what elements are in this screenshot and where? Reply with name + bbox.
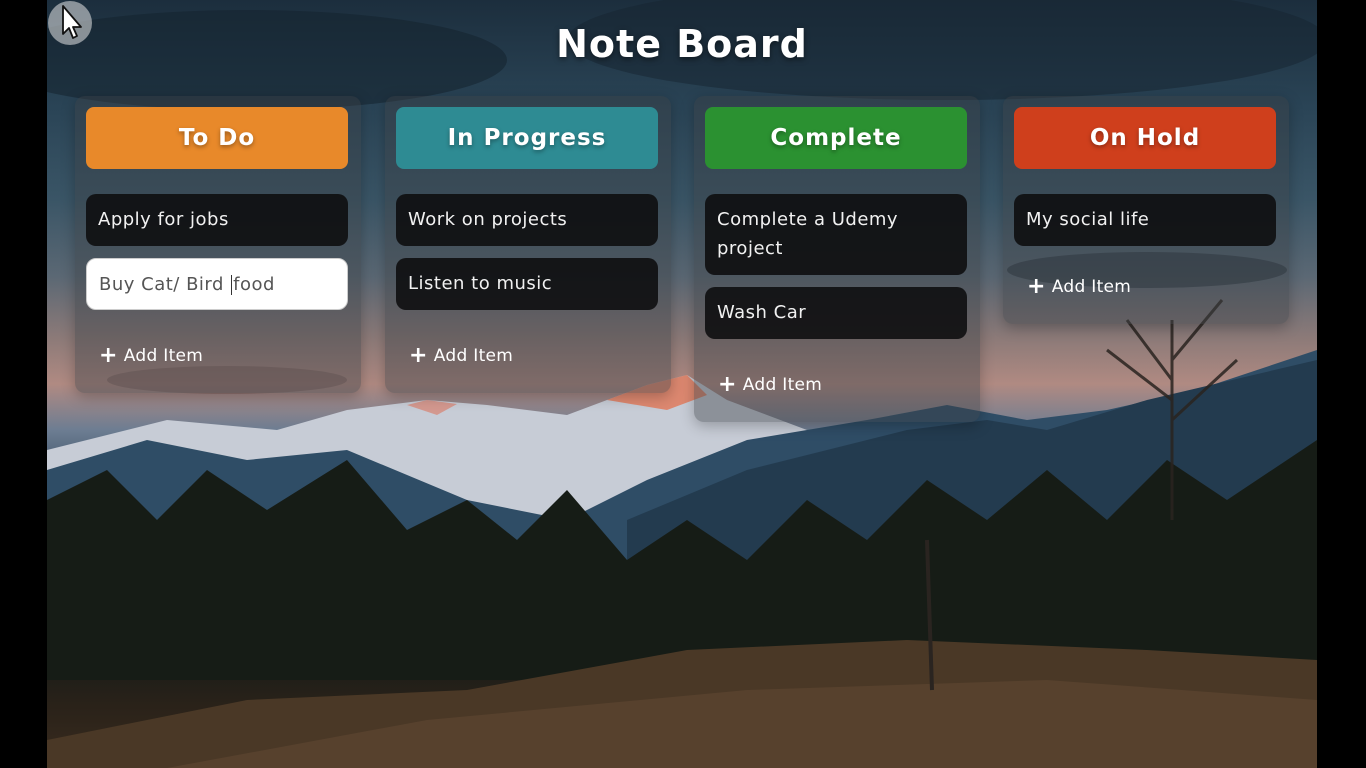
column-to-do: To Do Apply for jobs Buy Cat/ Bird food … [75,96,361,393]
list-item[interactable]: My social life [1014,194,1276,246]
list-item[interactable]: Listen to music [396,258,658,310]
add-item-label: Add Item [742,375,823,395]
list-item[interactable]: Apply for jobs [86,194,348,246]
list-item[interactable]: Wash Car [705,287,967,339]
text-caret [231,275,233,295]
list-item[interactable]: Work on projects [396,194,658,246]
page-title: Note Board [556,22,808,66]
plus-icon: + [1027,274,1046,299]
add-item-button[interactable]: + Add Item [718,372,823,397]
add-item-button[interactable]: + Add Item [99,343,204,368]
background-landscape: Note Board To Do Apply for jobs Buy Cat/… [47,0,1317,768]
column-header-in-progress: In Progress [396,107,658,169]
column-on-hold: On Hold My social life + Add Item [1003,96,1289,324]
mouse-pointer-icon [48,1,92,45]
column-header-to-do: To Do [86,107,348,169]
add-item-label: Add Item [123,346,204,366]
plus-icon: + [409,343,428,368]
add-item-label: Add Item [1051,277,1132,297]
edit-item-input[interactable]: Buy Cat/ Bird food [86,258,348,310]
add-item-label: Add Item [433,346,514,366]
column-in-progress: In Progress Work on projects Listen to m… [385,96,671,393]
add-item-button[interactable]: + Add Item [409,343,514,368]
edit-text-after-caret: food [233,274,275,295]
column-complete: Complete Complete a Udemy project Wash C… [694,96,980,422]
plus-icon: + [718,372,737,397]
column-header-on-hold: On Hold [1014,107,1276,169]
list-item[interactable]: Complete a Udemy project [705,194,967,275]
column-header-complete: Complete [705,107,967,169]
plus-icon: + [99,343,118,368]
video-frame: Note Board To Do Apply for jobs Buy Cat/… [0,0,1366,768]
edit-text-before-caret: Buy Cat/ Bird [99,274,231,295]
add-item-button[interactable]: + Add Item [1027,274,1132,299]
